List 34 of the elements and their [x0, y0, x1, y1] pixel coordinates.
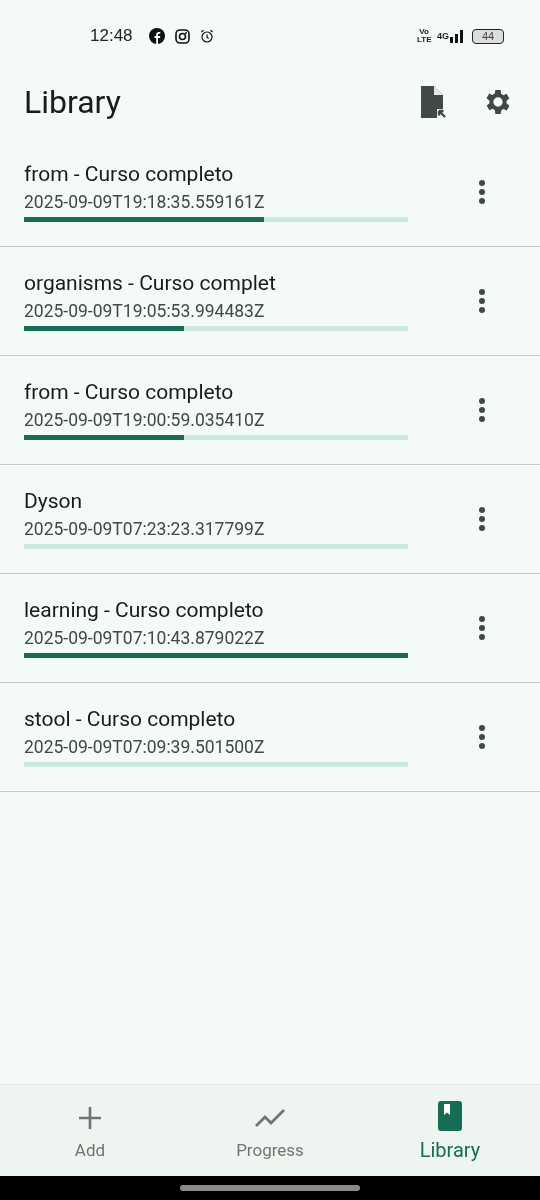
volte-label: Vo LTE: [417, 28, 431, 44]
item-timestamp: 2025-09-09T19:18:35.559161Z: [24, 192, 266, 212]
more-options-icon: [478, 179, 486, 205]
alarm-icon: [199, 29, 214, 43]
screen-title: Library: [24, 83, 122, 121]
item-title: Dyson: [24, 489, 84, 513]
item-title: organisms - Curso complet: [24, 271, 277, 295]
camera-icon: [174, 28, 190, 44]
signal-icon: [450, 29, 464, 43]
item-title: stool - Curso completo: [24, 707, 237, 731]
document-arrow-icon: [418, 86, 448, 118]
trend-line-icon: [255, 1108, 285, 1127]
battery-indicator: 44: [472, 28, 504, 44]
more-options-icon: [478, 506, 486, 532]
more-options-icon: [478, 724, 486, 750]
item-timestamp: 2025-09-09T07:09:39.501500Z: [24, 737, 266, 757]
facebook-icon: [148, 28, 165, 44]
nav-tab[interactable]: Progress: [180, 1085, 360, 1176]
item-timestamp: 2025-09-09T07:10:43.879022Z: [24, 628, 266, 648]
item-title: from - Curso completo: [24, 380, 235, 404]
more-options-icon: [478, 397, 486, 423]
item-title: learning - Curso completo: [24, 598, 265, 622]
item-timestamp: 2025-09-09T19:05:53.994483Z: [24, 301, 266, 321]
network-label: 4G: [437, 31, 449, 41]
item-timestamp: 2025-09-09T07:23:23.317799Z: [24, 519, 266, 539]
add-icon: [79, 1106, 101, 1129]
item-timestamp: 2025-09-09T19:00:59.035410Z: [24, 410, 266, 430]
more-options-icon: [478, 615, 486, 641]
book-icon: [438, 1100, 462, 1131]
more-options-icon: [478, 288, 486, 314]
item-title: from - Curso completo: [24, 162, 235, 186]
nav-tab[interactable]: Add: [0, 1085, 180, 1176]
clock: 12:48: [90, 26, 133, 46]
nav-tab[interactable]: Library: [360, 1085, 540, 1176]
